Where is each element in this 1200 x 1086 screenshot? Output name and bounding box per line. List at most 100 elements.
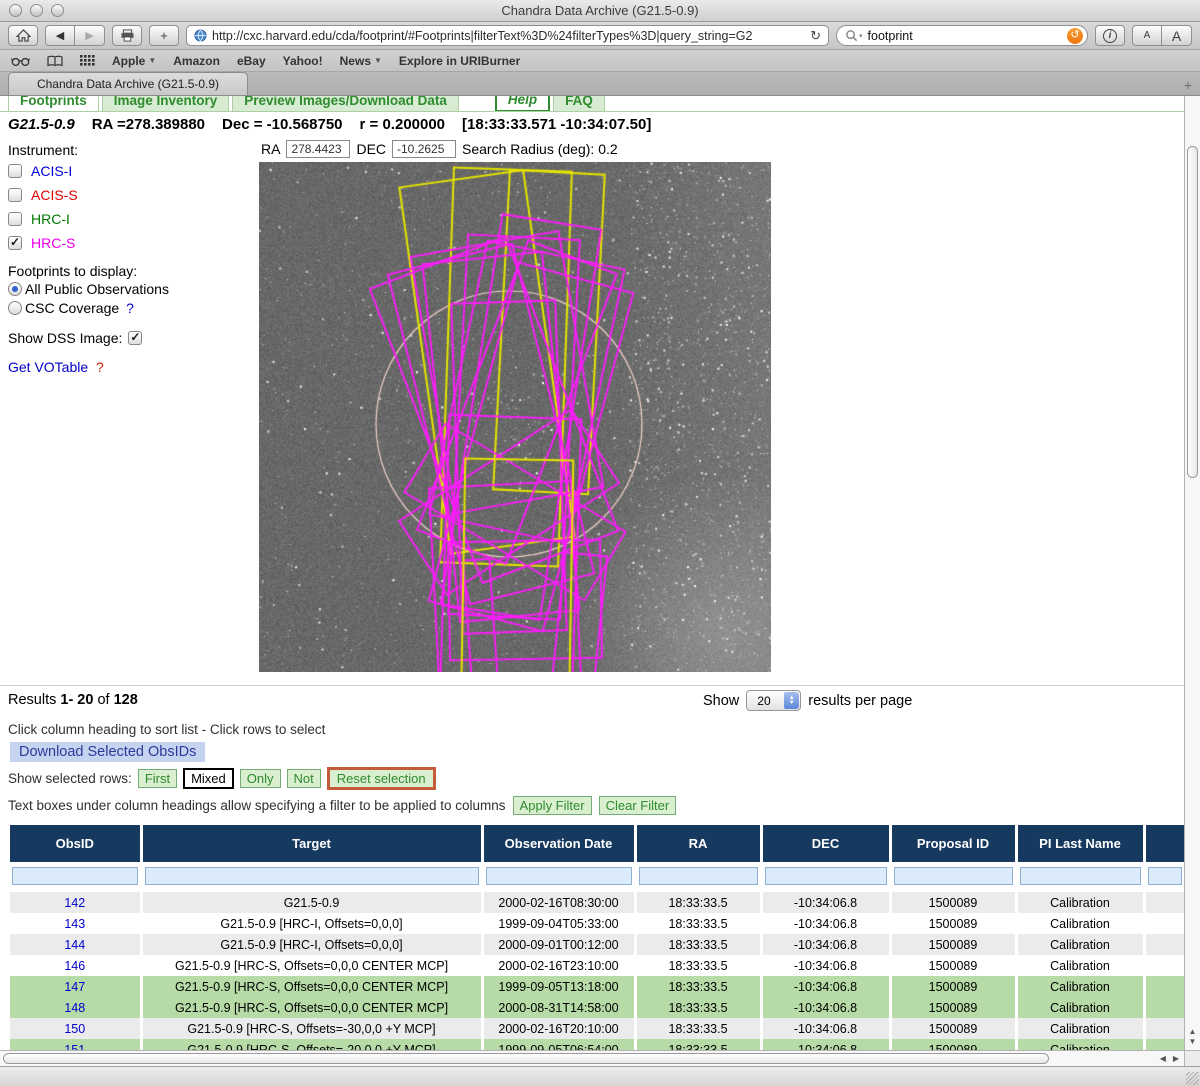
date-filter-input[interactable]	[486, 867, 632, 885]
reset-selection-button[interactable]: Reset selection	[327, 767, 436, 790]
all-public-radio[interactable]	[8, 282, 22, 296]
clear-filter-button[interactable]: Clear Filter	[599, 796, 677, 815]
tab-faq[interactable]: FAQ	[553, 96, 605, 112]
pi-cell: Calibration	[1016, 913, 1144, 934]
table-row[interactable]: 148 G21.5-0.9 [HRC-S, Offsets=0,0,0 CENT…	[10, 997, 1184, 1018]
dss-checkbox[interactable]	[128, 331, 142, 345]
bookmark-label: Explore in URIBurner	[399, 54, 520, 68]
horizontal-scrollbar-thumb[interactable]	[3, 1053, 1049, 1064]
tab-preview-download[interactable]: Preview Images/Download Data	[232, 96, 459, 112]
proposal-cell: 1500089	[890, 1018, 1016, 1039]
reload-icon[interactable]: ↻	[810, 28, 821, 44]
new-tab-toolbar-button[interactable]: +	[149, 25, 179, 46]
column-header-date[interactable]: Observation Date	[482, 825, 635, 862]
vertical-scrollbar-thumb[interactable]	[1187, 146, 1198, 478]
decrease-font-button[interactable]: A	[1132, 25, 1162, 46]
only-button[interactable]: Only	[240, 769, 281, 788]
vertical-scroll-arrows[interactable]: ▲▼	[1185, 1027, 1200, 1047]
snapback-icon[interactable]: ↺	[1067, 28, 1083, 44]
obsid-filter-input[interactable]	[12, 867, 138, 885]
sky-image[interactable]	[259, 162, 771, 672]
ra-input[interactable]	[286, 140, 350, 158]
csc-coverage-radio[interactable]	[8, 301, 22, 315]
big-a-label: A	[1172, 28, 1181, 44]
column-header-dec[interactable]: DEC	[761, 825, 890, 862]
table-row[interactable]: 151 G21.5-0.9 [HRC-S, Offsets=-20,0,0 +Y…	[10, 1039, 1184, 1050]
obsid-link[interactable]: 148	[64, 1001, 85, 1015]
vertical-scrollbar[interactable]: ▲▼	[1184, 96, 1200, 1050]
column-header-obsid[interactable]: ObsID	[10, 825, 141, 862]
new-tab-button[interactable]: +	[1184, 77, 1192, 93]
obsid-link[interactable]: 146	[64, 959, 85, 973]
obsid-link[interactable]: 142	[64, 896, 85, 910]
horizontal-scrollbar[interactable]: ◀▶	[0, 1050, 1184, 1066]
csc-help-link[interactable]: ?	[126, 300, 134, 316]
first-button[interactable]: First	[138, 769, 177, 788]
table-row[interactable]: 142 G21.5-0.9 2000-02-16T08:30:00 18:33:…	[10, 892, 1184, 913]
page-size-select[interactable]: 20 ▲▼	[746, 690, 801, 711]
home-button[interactable]	[8, 25, 38, 46]
bookmark-news[interactable]: News▼	[340, 54, 382, 68]
back-button[interactable]: ◀	[45, 25, 75, 46]
table-row[interactable]: 150 G21.5-0.9 [HRC-S, Offsets=-30,0,0 +Y…	[10, 1018, 1184, 1039]
dec-filter-input[interactable]	[765, 867, 887, 885]
address-bar[interactable]: http://cxc.harvard.edu/cda/footprint/#Fo…	[186, 25, 829, 46]
horizontal-scroll-arrows[interactable]: ◀▶	[1160, 1054, 1179, 1063]
forward-button[interactable]: ▶	[75, 25, 105, 46]
column-header-pi[interactable]: PI Last Name	[1016, 825, 1144, 862]
not-button[interactable]: Not	[287, 769, 321, 788]
obsid-link[interactable]: 144	[64, 938, 85, 952]
tab-image-inventory[interactable]: Image Inventory	[102, 96, 230, 112]
bookmark-ebay[interactable]: eBay	[237, 54, 266, 68]
reading-list-glasses-icon[interactable]	[11, 55, 30, 67]
obsid-link[interactable]: 143	[64, 917, 85, 931]
reader-info-button[interactable]: i	[1095, 25, 1125, 46]
download-selected-button[interactable]: Download Selected ObsIDs	[10, 742, 205, 762]
bookmark-apple[interactable]: Apple▼	[112, 54, 156, 68]
table-row[interactable]: 144 G21.5-0.9 [HRC-I, Offsets=0,0,0] 200…	[10, 934, 1184, 955]
target-cell: G21.5-0.9 [HRC-I, Offsets=0,0,0]	[141, 913, 482, 934]
instrument-checkbox-acis-s[interactable]	[8, 188, 22, 202]
dec-cell: -10:34:06.8	[761, 1039, 890, 1050]
browser-tab-active[interactable]: Chandra Data Archive (G21.5-0.9)	[8, 72, 248, 95]
help-button[interactable]: Help	[495, 96, 550, 112]
search-magnifier-icon[interactable]: ▾	[845, 29, 863, 42]
bookmarks-book-icon[interactable]	[47, 55, 63, 67]
print-button[interactable]	[112, 25, 142, 46]
proposal-filter-input[interactable]	[894, 867, 1013, 885]
instrument-checkbox-hrc-i[interactable]	[8, 212, 22, 226]
dec-input[interactable]	[392, 140, 456, 158]
obsid-link[interactable]: 150	[64, 1022, 85, 1036]
table-row[interactable]: 143 G21.5-0.9 [HRC-I, Offsets=0,0,0] 199…	[10, 913, 1184, 934]
top-sites-grid-icon[interactable]	[80, 55, 95, 66]
bookmark-uriburner[interactable]: Explore in URIBurner	[399, 54, 520, 68]
column-header-proposal[interactable]: Proposal ID	[890, 825, 1016, 862]
votable-help-link[interactable]: ?	[96, 359, 104, 375]
filter-hint: Text boxes under column headings allow s…	[8, 798, 506, 813]
obsid-link[interactable]: 147	[64, 980, 85, 994]
tab-footprints[interactable]: Footprints	[8, 96, 99, 112]
search-input[interactable]: ▾ footprint ↺	[836, 25, 1088, 46]
table-row[interactable]: 147 G21.5-0.9 [HRC-S, Offsets=0,0,0 CENT…	[10, 976, 1184, 997]
obsid-link[interactable]: 151	[64, 1043, 85, 1051]
instrument-checkbox-hrc-s[interactable]	[8, 236, 22, 250]
instrument-checkbox-acis-i[interactable]	[8, 164, 22, 178]
apply-filter-button[interactable]: Apply Filter	[513, 796, 592, 815]
bookmark-yahoo[interactable]: Yahoo!	[283, 54, 323, 68]
pi-filter-input[interactable]	[1020, 867, 1141, 885]
date-cell: 1999-09-05T13:18:00	[482, 976, 635, 997]
column-header-target[interactable]: Target	[141, 825, 482, 862]
table-row[interactable]: 146 G21.5-0.9 [HRC-S, Offsets=0,0,0 CENT…	[10, 955, 1184, 976]
ra-label: RA	[261, 141, 280, 157]
truncated-filter-input[interactable]	[1148, 867, 1182, 885]
get-votable-link[interactable]: Get VOTable	[8, 359, 88, 375]
bookmark-amazon[interactable]: Amazon	[173, 54, 220, 68]
resize-grip[interactable]	[1186, 1072, 1199, 1085]
column-header-ra[interactable]: RA	[635, 825, 761, 862]
target-cell: G21.5-0.9 [HRC-S, Offsets=-30,0,0 +Y MCP…	[141, 1018, 482, 1039]
ra-filter-input[interactable]	[639, 867, 758, 885]
date-cell: 2000-02-16T20:10:00	[482, 1018, 635, 1039]
target-filter-input[interactable]	[145, 867, 479, 885]
increase-font-button[interactable]: A	[1162, 25, 1192, 46]
mixed-button[interactable]: Mixed	[183, 768, 234, 789]
